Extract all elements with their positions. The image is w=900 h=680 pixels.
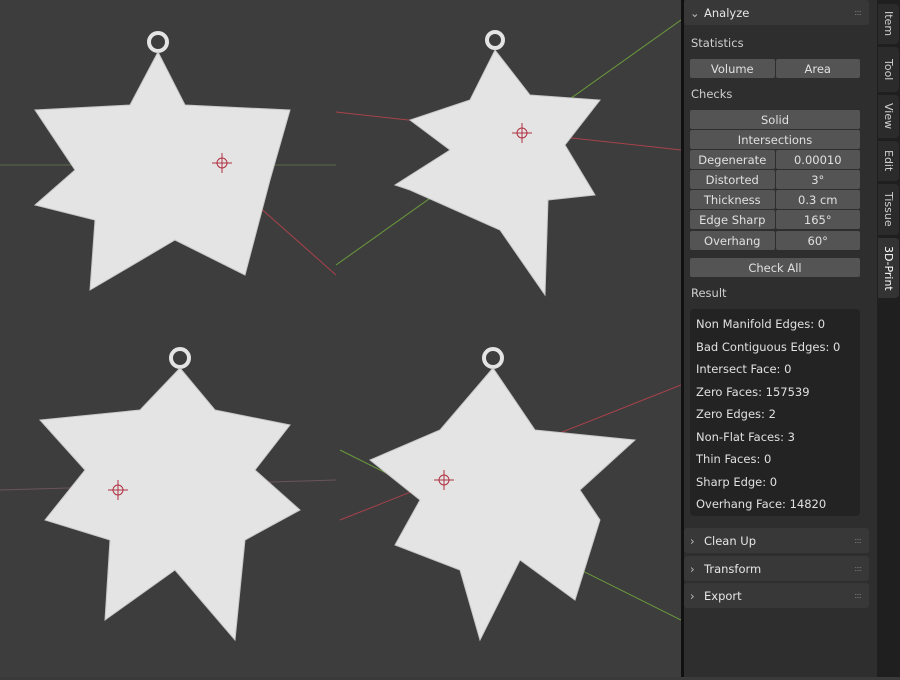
tab-3d-print[interactable]: 3D-Print [878,238,899,298]
tab-tool[interactable]: Tool [878,47,899,92]
tab-view[interactable]: View [878,95,899,138]
result-item[interactable]: Zero Faces: 157539 [696,381,854,404]
chevron-right-icon: › [690,588,695,603]
3d-viewport[interactable] [0,0,682,677]
viewport-scene [0,19,682,642]
degenerate-button[interactable]: Degenerate [690,150,775,169]
solid-button[interactable]: Solid [690,110,860,129]
drag-handle-icon[interactable]: :::: [854,564,862,573]
thickness-button[interactable]: Thickness [690,190,775,209]
result-item[interactable]: Overhang Face: 14820 [696,493,854,516]
result-item[interactable]: Zero Edges: 2 [696,403,854,426]
transform-label: Transform [704,561,762,576]
star-model [393,30,601,297]
tab-item[interactable]: Item [878,4,899,44]
degenerate-field[interactable]: 0.00010 [775,150,860,169]
export-panel-header[interactable]: › Export:::: [684,583,869,608]
star-model [38,347,301,642]
volume-button[interactable]: Volume [690,59,775,78]
drag-handle-icon[interactable]: :::: [854,8,862,17]
result-item[interactable]: Sharp Edge: 0 [696,471,854,494]
statistics-label: Statistics [691,36,744,50]
drag-handle-icon[interactable]: :::: [854,591,862,600]
transform-panel-header[interactable]: › Transform:::: [684,556,869,581]
star-model [33,31,291,291]
check-all-button[interactable]: Check All [690,258,860,277]
clean-up-panel-header[interactable]: › Clean Up:::: [684,528,869,553]
result-label: Result [691,286,727,300]
overhang-field[interactable]: 60° [775,231,860,250]
star-model [369,347,637,642]
result-item[interactable]: Non Manifold Edges: 0 [696,313,854,336]
tab-tissue[interactable]: Tissue [878,184,899,235]
clean-up-label: Clean Up [704,533,757,548]
result-item[interactable]: Non-Flat Faces: 3 [696,426,854,449]
sidebar-tabs: Item Tool View Edit Tissue 3D-Print [877,0,900,677]
overhang-button[interactable]: Overhang [690,231,775,250]
thickness-field[interactable]: 0.3 cm [775,190,860,209]
result-item[interactable]: Thin Faces: 0 [696,448,854,471]
edge-sharp-field[interactable]: 165° [775,210,860,229]
distorted-button[interactable]: Distorted [690,170,775,189]
result-box: Non Manifold Edges: 0 Bad Contiguous Edg… [690,309,860,516]
sidebar-panel: ⌄ Analyze:::: Statistics Volume Area Check… [684,0,877,677]
edge-sharp-button[interactable]: Edge Sharp [690,210,775,229]
result-item[interactable]: Bad Contiguous Edges: 0 [696,336,854,359]
export-label: Export [704,588,742,603]
tab-edit[interactable]: Edit [878,141,899,181]
distorted-field[interactable]: 3° [775,170,860,189]
analyze-label: Analyze [704,5,750,20]
intersections-button[interactable]: Intersections [690,130,860,149]
chevron-right-icon: › [690,561,695,576]
area-button[interactable]: Area [775,59,860,78]
analyze-panel-header[interactable]: ⌄ Analyze:::: [684,0,869,25]
chevron-down-icon: ⌄ [690,5,700,20]
result-item[interactable]: Intersect Face: 0 [696,358,854,381]
chevron-right-icon: › [690,533,695,548]
checks-label: Checks [691,87,733,101]
drag-handle-icon[interactable]: :::: [854,536,862,545]
